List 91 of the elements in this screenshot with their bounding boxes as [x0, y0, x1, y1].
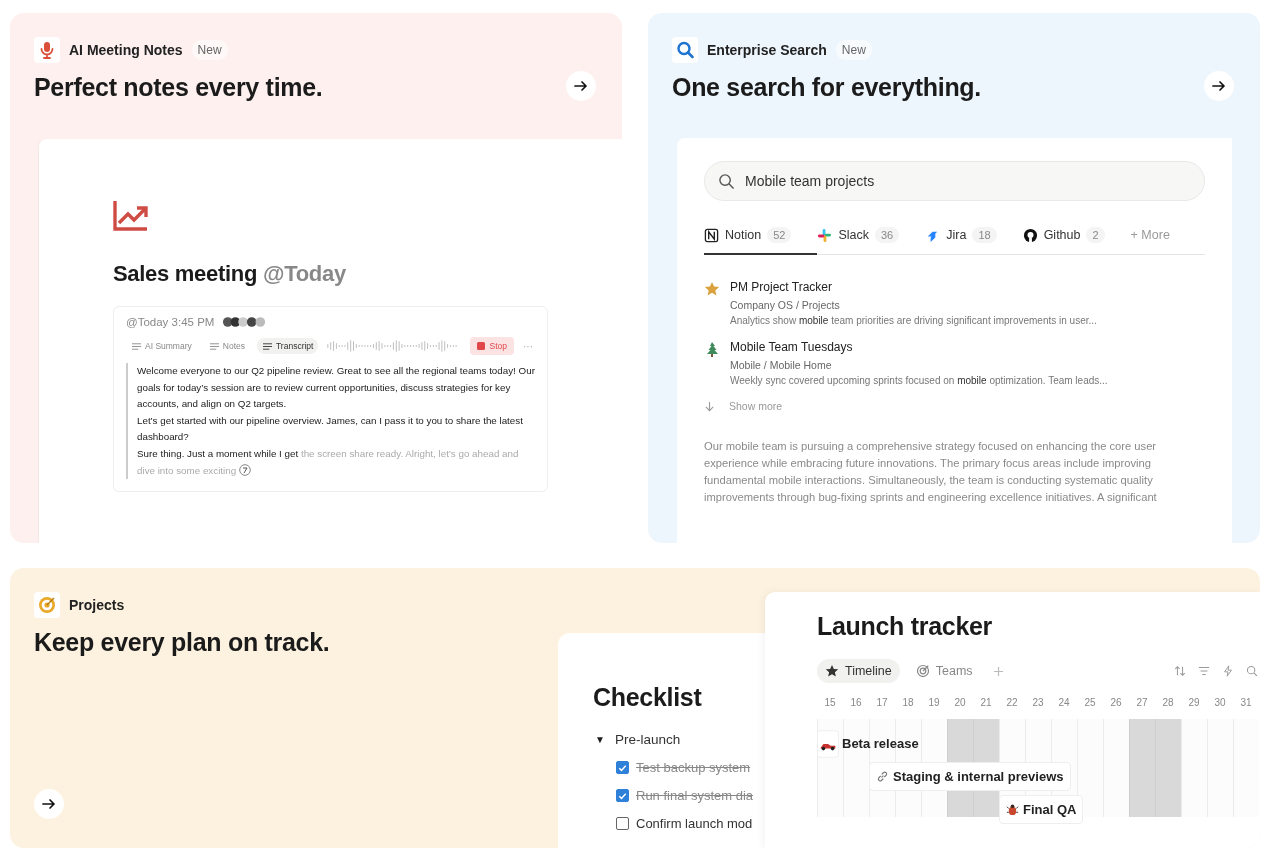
summary-paragraph: Our mobile team is pursuing a comprehensive strategy focused on enhancing the core user experience while embracing future innovations. The primary focus areas include improving fundamental mobile interactions. Simultaneously, the team is conducting systematic quality improvements through bug-fixing sprints and engineering excellence initiatives. A significant	[704, 439, 1158, 505]
result-snippet: Weekly sync covered upcoming sprints focused on mobile optimization. Team leads...	[730, 375, 1108, 386]
date-label: 28	[1162, 697, 1174, 710]
arrow-button[interactable]	[1204, 71, 1234, 101]
checkbox[interactable]	[616, 789, 629, 802]
target-icon	[34, 592, 60, 618]
source-tab[interactable]: Notion 52	[704, 227, 818, 255]
date-label: 15	[824, 697, 836, 710]
checklist-title: Checklist	[593, 683, 703, 712]
card-headline: One search for everything.	[672, 73, 981, 102]
new-badge: New	[835, 40, 872, 60]
result-path: Mobile / Mobile Home	[730, 359, 833, 371]
checkbox[interactable]	[616, 761, 629, 774]
star-icon	[704, 281, 720, 297]
card-headline: Perfect notes every time.	[34, 73, 323, 102]
view-tab[interactable]: Teams	[907, 659, 981, 683]
date-label: 27	[1136, 697, 1148, 710]
microphone-icon	[34, 37, 60, 63]
date-label: 31	[1240, 697, 1252, 710]
list-icon	[262, 341, 273, 351]
transcript-paragraph: Sure thing. Just a moment while I get the screen share ready. Alright, let’s go ahead and dive into some exciting	[137, 446, 520, 478]
view-tab[interactable]: AI Summary	[126, 338, 197, 354]
search-icon	[718, 173, 735, 190]
date-label: 17	[876, 697, 888, 710]
date-label: 19	[928, 697, 940, 710]
toggle-arrow[interactable]: ▼	[595, 734, 605, 745]
source-tab[interactable]: Github 2	[1022, 227, 1131, 255]
feature-label: AI Meeting Notes	[69, 42, 183, 58]
result-title[interactable]: Mobile Team Tuesdays	[730, 340, 1108, 354]
timeline-bar[interactable]: Beta release	[839, 729, 926, 758]
bug-icon	[1006, 803, 1019, 816]
search-icon	[672, 37, 698, 63]
date-label: 16	[850, 697, 862, 710]
document-title: Sales meeting	[113, 261, 258, 287]
list-icon	[131, 341, 142, 351]
down-arrow-icon	[704, 400, 715, 412]
sort-icon[interactable]	[1174, 665, 1186, 677]
date-label: 29	[1188, 697, 1200, 710]
view-tab[interactable]: Timeline	[817, 659, 900, 683]
trending-chart-icon	[113, 199, 149, 231]
checklist-item: Run final system dia	[636, 788, 754, 803]
target-icon	[915, 664, 930, 678]
search-field[interactable]: Mobile team projects	[704, 161, 1205, 201]
date-label: 26	[1110, 697, 1122, 710]
source-tab[interactable]: Slack 36	[817, 227, 926, 255]
lightning-icon[interactable]	[1222, 665, 1234, 677]
result-title[interactable]: PM Project Tracker	[730, 280, 1097, 294]
timeline-bar[interactable]: Final QA	[999, 795, 1084, 824]
date-label: 22	[1006, 697, 1018, 710]
date-mention[interactable]: @Today	[263, 261, 346, 287]
star-icon	[825, 664, 839, 678]
arrow-button[interactable]	[34, 789, 64, 819]
checklist-item: Confirm launch mod	[636, 816, 753, 831]
tree-icon	[704, 341, 720, 357]
tracker-title: Launch tracker	[817, 612, 994, 641]
link-icon	[876, 770, 889, 783]
arrow-icon	[41, 796, 57, 812]
view-tab[interactable]: Notes	[203, 338, 250, 354]
transcript-paragraph: Welcome everyone to our Q2 pipeline review. Great to see all the regional teams today! Our goals for today’s session are to review current opportunities, discuss strategies for key accounts, and align on Q2 targets.	[137, 364, 535, 412]
checkbox[interactable]	[616, 817, 629, 830]
card-headline: Keep every plan on track.	[34, 628, 331, 657]
date-label: 25	[1084, 697, 1096, 710]
group-label: Pre-launch	[614, 732, 681, 747]
new-badge: New	[191, 40, 228, 60]
list-icon	[208, 341, 220, 351]
filter-icon[interactable]	[1198, 665, 1210, 677]
stop-icon	[476, 342, 485, 350]
pinwheel-logo-icon	[817, 227, 833, 243]
date-label: 23	[1032, 697, 1044, 710]
arrow-icon	[1211, 78, 1227, 94]
checklist-item: Test backup system	[636, 760, 751, 775]
timestamp: @Today 3:45 PM	[126, 316, 215, 328]
feature-label: Projects	[69, 597, 125, 613]
result-path: Company OS / Projects	[730, 299, 841, 311]
date-label: 24	[1058, 697, 1070, 710]
date-label: 21	[980, 697, 992, 710]
circle-logo-icon	[1022, 227, 1038, 243]
result-snippet: Analytics show mobile team priorities are driving significant improvements in user...	[730, 315, 1097, 326]
feature-label: Enterprise Search	[707, 42, 827, 58]
search-icon[interactable]	[1246, 665, 1258, 677]
source-tab[interactable]: Jira 18	[925, 227, 1023, 255]
stop-button[interactable]: Stop	[469, 337, 514, 355]
timeline-bar[interactable]: Staging & internal previews	[869, 762, 1071, 791]
date-label: 18	[902, 697, 914, 710]
date-label: 30	[1214, 697, 1226, 710]
view-tab[interactable]: Transcript	[257, 338, 319, 354]
arrow-button[interactable]	[566, 71, 596, 101]
app-logo-icon	[704, 227, 719, 243]
date-label: 20	[954, 697, 966, 710]
arrow-icon	[573, 78, 589, 94]
transcript-paragraph: Let’s get started with our pipeline overview. James, can I pass it to you to share the latest dashboard?	[137, 413, 524, 445]
